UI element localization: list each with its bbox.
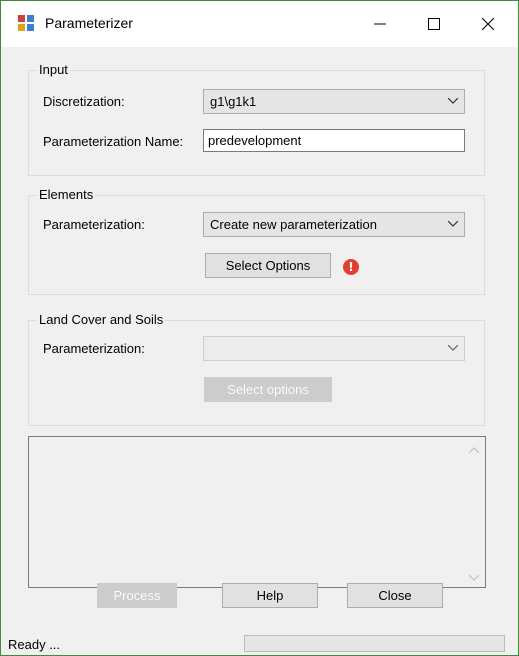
discretization-select[interactable]: g1\g1k1 (203, 89, 465, 114)
warning-icon: ! (343, 259, 359, 275)
landcover-select-options-button[interactable]: Select options (204, 377, 332, 402)
close-window-button[interactable] (465, 1, 511, 47)
parameterization-name-label: Parameterization Name: (43, 134, 184, 149)
process-button[interactable]: Process (97, 583, 177, 608)
parameterization-name-input[interactable] (203, 129, 465, 152)
discretization-value: g1\g1k1 (210, 94, 257, 109)
input-group: Input (28, 62, 485, 176)
window-title: Parameterizer (45, 15, 133, 31)
minimize-button[interactable] (357, 1, 403, 47)
help-label: Help (256, 588, 284, 603)
app-icon (18, 15, 34, 31)
select-options-button[interactable]: Select Options (205, 253, 331, 278)
landcover-parameterization-select[interactable] (203, 336, 465, 361)
progress-bar (244, 635, 505, 652)
elements-group: Elements (28, 187, 485, 295)
parameterizer-window: Parameterizer Input Discretization: g1\g… (0, 0, 519, 656)
log-textbox[interactable] (28, 436, 486, 588)
maximize-icon (428, 18, 440, 30)
discretization-label: Discretization: (43, 94, 125, 109)
status-bar: Ready ... (1, 633, 518, 655)
help-button[interactable]: Help (222, 583, 318, 608)
close-icon (482, 18, 494, 30)
elements-parameterization-value: Create new parameterization (210, 217, 377, 232)
select-options-label: Select Options (225, 258, 311, 273)
close-button[interactable]: Close (347, 583, 443, 608)
chevron-down-icon (448, 345, 458, 351)
maximize-button[interactable] (411, 1, 457, 47)
close-label: Close (378, 588, 412, 603)
landcover-parameterization-label: Parameterization: (43, 341, 145, 356)
minimize-icon (374, 23, 386, 25)
elements-parameterization-select[interactable]: Create new parameterization (203, 212, 465, 237)
input-legend: Input (37, 62, 70, 77)
scroll-down-icon[interactable] (469, 575, 479, 581)
elements-legend: Elements (37, 187, 96, 202)
scroll-up-icon[interactable] (469, 447, 479, 453)
chevron-down-icon (448, 98, 458, 104)
title-bar[interactable]: Parameterizer (1, 1, 518, 47)
elements-parameterization-label: Parameterization: (43, 217, 145, 232)
chevron-down-icon (448, 221, 458, 227)
status-text: Ready ... (8, 637, 61, 652)
landcover-select-options-label: Select options (227, 382, 309, 397)
landcover-legend: Land Cover and Soils (37, 312, 166, 327)
process-label: Process (113, 588, 161, 603)
